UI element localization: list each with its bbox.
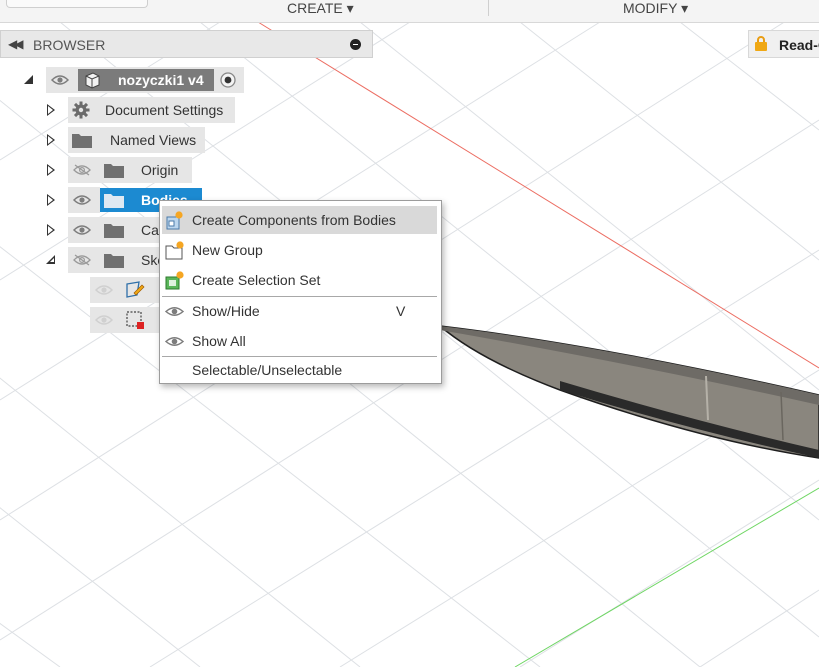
- minimize-icon[interactable]: [350, 39, 361, 50]
- new-group-icon: [165, 241, 184, 260]
- hidden-eye-icon[interactable]: [73, 164, 91, 176]
- item-label: Origin: [141, 162, 179, 178]
- menu-item-label: Selectable/Unselectable: [192, 362, 343, 378]
- item-label: Ca: [141, 222, 159, 238]
- menu-item-label: Show All: [192, 333, 246, 349]
- folder-icon: [104, 194, 124, 208]
- expand-icon[interactable]: [47, 194, 55, 206]
- menu-item-show-hide[interactable]: Show/Hide V: [162, 297, 437, 325]
- expand-icon[interactable]: [47, 224, 55, 236]
- menu-item-label: Create Components from Bodies: [192, 212, 396, 228]
- browser-header: ◀◀ BROWSER: [0, 30, 373, 58]
- top-toolbar: CREATE ▾ MODIFY ▾: [0, 0, 819, 23]
- folder-icon: [104, 254, 124, 268]
- expand-root-icon[interactable]: [24, 75, 33, 84]
- lock-icon: [755, 36, 767, 51]
- expand-icon[interactable]: [47, 164, 55, 176]
- item-label: Document Settings: [105, 102, 224, 118]
- menu-item-create-components[interactable]: Create Components from Bodies: [162, 206, 437, 234]
- visibility-eye-icon[interactable]: [95, 314, 113, 326]
- folder-icon: [72, 134, 92, 148]
- component-icon: [85, 72, 100, 89]
- menu-item-new-group[interactable]: New Group: [162, 236, 437, 264]
- root-label: nozyczki1 v4: [118, 72, 204, 88]
- expand-icon[interactable]: [47, 134, 55, 146]
- selection-set-icon: [165, 271, 184, 290]
- item-label: Named Views: [110, 132, 197, 148]
- context-menu: Create Components from Bodies New Group …: [159, 200, 442, 384]
- visibility-eye-icon[interactable]: [73, 224, 91, 236]
- sketch-edit-icon: [126, 281, 145, 298]
- menu-item-label: Create Selection Set: [192, 272, 321, 288]
- collapse-icon[interactable]: [46, 255, 55, 264]
- read-only-badge[interactable]: Read-O: [748, 30, 819, 58]
- toolbar-divider: [488, 0, 489, 16]
- menu-item-selectable[interactable]: Selectable/Unselectable: [162, 356, 437, 384]
- eye-icon: [165, 307, 184, 316]
- visibility-eye-icon[interactable]: [51, 74, 69, 86]
- create-menu[interactable]: CREATE ▾: [287, 0, 354, 16]
- create-components-icon: [166, 211, 183, 230]
- menu-item-create-selection-set[interactable]: Create Selection Set: [162, 266, 437, 294]
- expand-icon[interactable]: [47, 104, 55, 116]
- menu-item-label: Show/Hide: [192, 303, 260, 319]
- toolbar-tab-stub[interactable]: [6, 0, 148, 8]
- visibility-eye-icon[interactable]: [95, 284, 113, 296]
- activate-radio-icon[interactable]: [219, 71, 237, 89]
- folder-icon: [104, 224, 124, 238]
- browser-title: BROWSER: [33, 37, 106, 53]
- menu-item-label: New Group: [192, 242, 263, 258]
- collapse-browser-icon[interactable]: ◀◀: [8, 37, 24, 51]
- modify-menu[interactable]: MODIFY ▾: [623, 0, 688, 16]
- sketch-locked-icon: [126, 311, 144, 329]
- eye-icon: [165, 337, 184, 346]
- gear-icon: [72, 101, 90, 119]
- menu-item-show-all[interactable]: Show All: [162, 327, 437, 355]
- shortcut-key: V: [396, 303, 406, 319]
- visibility-eye-icon[interactable]: [73, 194, 91, 206]
- read-only-label: Read-O: [779, 37, 819, 53]
- model-body[interactable]: [437, 324, 819, 459]
- hidden-eye-icon[interactable]: [73, 254, 91, 266]
- folder-icon: [104, 164, 124, 178]
